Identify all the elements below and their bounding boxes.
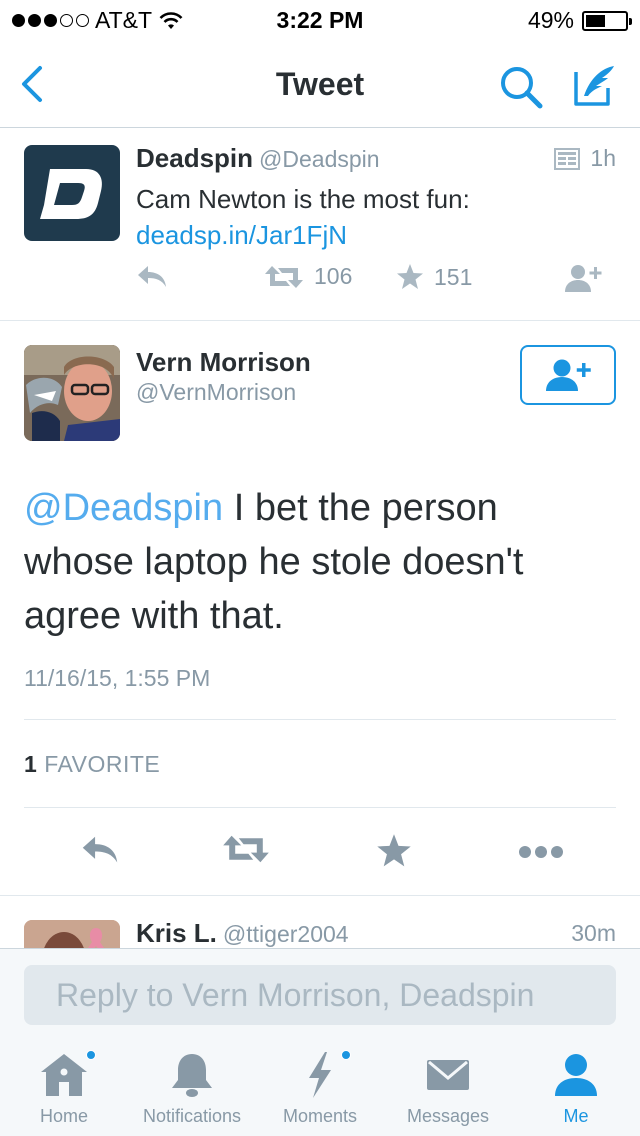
lightning-icon [309, 1052, 331, 1098]
favorite-summary[interactable]: 1 FAVORITE [24, 751, 160, 778]
battery-icon [582, 10, 632, 31]
summary-card-icon [554, 147, 581, 170]
parent-tweet-header: Deadspin @Deadspin [136, 143, 380, 174]
deadspin-avatar[interactable] [24, 145, 120, 241]
reply-input[interactable] [24, 965, 616, 1025]
navigation-bar: Tweet [0, 40, 640, 128]
follow-author-button[interactable] [564, 263, 604, 293]
star-icon [397, 264, 423, 289]
timestamp: 1h [590, 145, 616, 171]
search-icon[interactable] [498, 64, 544, 110]
page-title: Tweet [275, 66, 365, 102]
avatar-photo [24, 345, 120, 441]
kris-l-avatar[interactable] [24, 920, 120, 948]
home-icon [41, 1054, 87, 1096]
tab-label: Me [563, 1106, 589, 1126]
tweet-timestamp: 11/16/15, 1:55 PM [24, 665, 211, 691]
favorite-count: 1 [24, 751, 38, 777]
tweet-text: @Deadspin I bet the person whose laptop … [24, 481, 614, 643]
person-icon [555, 1054, 597, 1096]
parent-tweet-text: Cam Newton is the most fun: deadsp.in/Ja… [136, 181, 616, 253]
reply-icon[interactable] [80, 833, 120, 865]
main-tweet-actions [0, 825, 640, 885]
divider [24, 719, 616, 720]
retweet-count: 106 [314, 263, 353, 289]
follow-button[interactable] [520, 345, 616, 405]
reply-composer [0, 948, 640, 1036]
author-name[interactable]: Kris L. [136, 918, 217, 948]
tab-bar: Home Notifications Moments Messages Me [0, 1036, 640, 1136]
bell-icon [172, 1054, 212, 1097]
author-name[interactable]: Vern Morrison [136, 347, 311, 378]
tab-moments[interactable]: Moments [256, 1036, 384, 1136]
reply-tweet-header: Kris L. @ttiger2004 [136, 918, 349, 948]
status-bar: AT&T 3:22 PM 49% [0, 0, 640, 40]
author-handle[interactable]: @ttiger2004 [223, 921, 349, 947]
tweet-link[interactable]: deadsp.in/Jar1FjN [136, 217, 616, 253]
tab-messages[interactable]: Messages [384, 1036, 512, 1136]
parent-tweet-time: 1h [554, 145, 616, 172]
author-name[interactable]: Deadspin [136, 143, 253, 173]
author-handle[interactable]: @VernMorrison [136, 379, 296, 406]
vern-morrison-avatar[interactable] [24, 345, 120, 441]
star-icon[interactable] [376, 833, 412, 869]
retweet-icon[interactable] [222, 833, 270, 865]
tab-home[interactable]: Home [0, 1036, 128, 1136]
reply-button[interactable] [136, 263, 168, 289]
add-user-icon [565, 265, 602, 292]
author-handle[interactable]: @Deadspin [259, 146, 380, 172]
reply-tweet-preview[interactable]: Kris L. @ttiger2004 30m [0, 895, 640, 948]
avatar-photo [24, 920, 120, 948]
add-user-icon [546, 359, 591, 391]
tweet-body: Cam Newton is the most fun: [136, 184, 470, 214]
tab-me[interactable]: Me [512, 1036, 640, 1136]
battery-percentage: 49% [527, 7, 574, 33]
tab-label: Messages [406, 1106, 490, 1126]
divider [24, 807, 616, 808]
mention-link[interactable]: @Deadspin [24, 487, 223, 529]
envelope-icon [427, 1060, 469, 1090]
unread-indicator [341, 1050, 351, 1060]
reply-icon [138, 266, 166, 287]
tab-label: Moments [282, 1106, 358, 1126]
retweet-icon [265, 265, 303, 288]
parent-tweet[interactable]: Deadspin @Deadspin 1h Cam Newton is the m… [0, 129, 640, 321]
parent-tweet-actions: 106 151 [136, 263, 616, 303]
favorite-count: 151 [434, 263, 473, 290]
timestamp: 30m [571, 920, 616, 946]
tab-label: Notifications [142, 1106, 242, 1126]
unread-indicator [86, 1050, 96, 1060]
tab-label: Home [39, 1106, 88, 1126]
tab-notifications[interactable]: Notifications [128, 1036, 256, 1136]
more-options-icon[interactable] [518, 845, 564, 859]
battery-status: 49% [527, 7, 632, 34]
deadspin-logo [40, 169, 102, 219]
retweet-button[interactable]: 106 [264, 263, 352, 290]
favorite-label: FAVORITE [44, 751, 161, 777]
compose-tweet-icon[interactable] [572, 62, 618, 108]
favorite-button[interactable]: 151 [396, 263, 472, 291]
